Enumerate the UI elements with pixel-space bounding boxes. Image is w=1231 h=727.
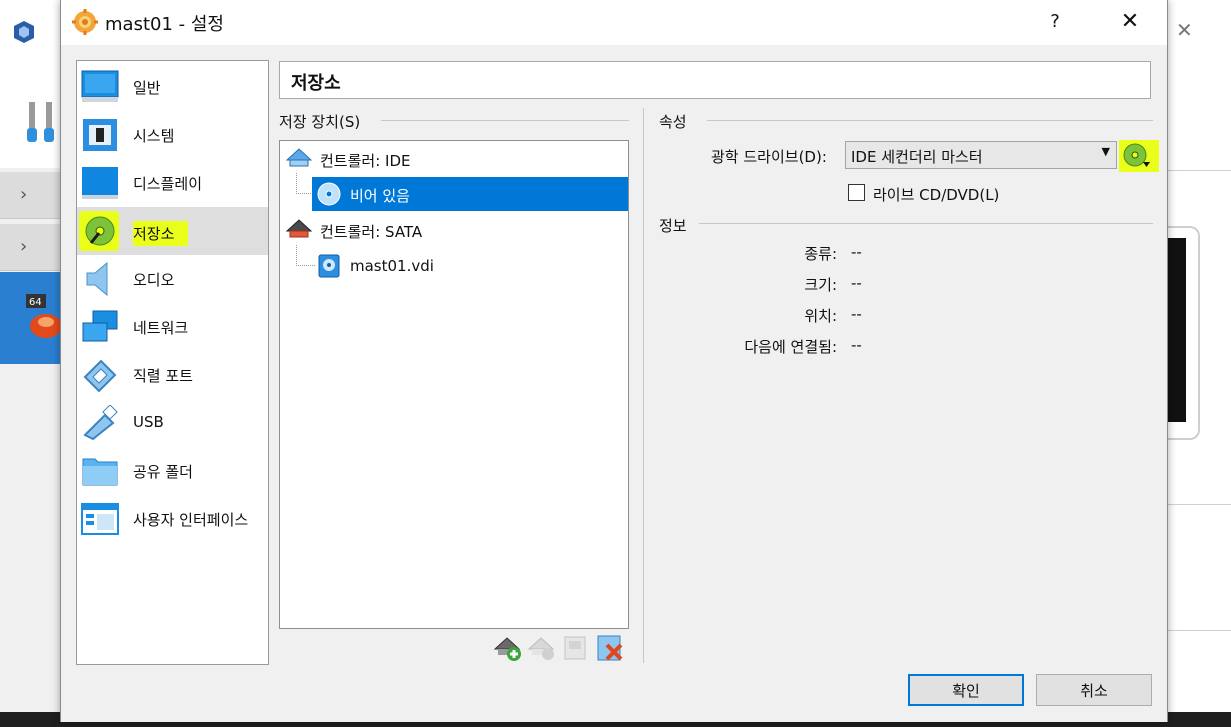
display-icon (82, 167, 118, 199)
folder-icon (82, 458, 118, 486)
tree-label: 비어 있음 (350, 187, 410, 205)
live-cd-label: 라이브 CD/DVD(L) (873, 186, 1000, 204)
nav-label: 시스템 (133, 127, 175, 145)
nav-item-usb[interactable]: USB (77, 399, 268, 447)
chip-icon (83, 119, 117, 151)
dialog-titlebar: mast01 - 설정 ? ✕ (61, 0, 1167, 45)
info-size-label: 크기: (804, 276, 837, 294)
background-group-row[interactable]: › (0, 224, 62, 271)
sata-controller-icon (286, 219, 312, 238)
nav-label: 저장소 (133, 221, 189, 246)
section-divider (707, 120, 1153, 121)
background-divider (1166, 504, 1231, 505)
nav-item-storage[interactable]: 저장소 (77, 207, 268, 255)
optical-drive-label: 광학 드라이브(D): (711, 148, 827, 166)
tree-row-sata-controller[interactable]: 컨트롤러: SATA (280, 213, 628, 247)
background-close-icon[interactable]: ✕ (1176, 18, 1193, 42)
help-button[interactable]: ? (1033, 8, 1077, 36)
serial-port-icon (83, 359, 117, 393)
live-cd-checkbox[interactable] (848, 184, 865, 201)
info-attached-value: -- (851, 336, 862, 354)
optical-disc-icon (317, 182, 341, 206)
info-attached-label: 다음에 연결됨: (744, 338, 837, 356)
info-type-value: -- (851, 243, 862, 261)
background-toolbar (0, 88, 62, 168)
monitor-icon (81, 70, 119, 102)
section-divider (381, 120, 629, 121)
tools-icon (27, 102, 54, 142)
dialog-title: mast01 - 설정 (105, 14, 224, 35)
svg-text:64: 64 (29, 297, 42, 308)
speaker-icon (86, 261, 108, 297)
window-icon (81, 503, 119, 535)
info-size-value: -- (851, 274, 862, 292)
remove-attachment-icon[interactable] (595, 633, 625, 663)
nav-label: 사용자 인터페이스 (133, 511, 249, 529)
ok-button[interactable]: 확인 (908, 674, 1024, 706)
settings-gear-icon (72, 9, 98, 35)
nav-item-system[interactable]: 시스템 (77, 111, 268, 159)
optical-drive-value: IDE 세컨더리 마스터 (851, 148, 983, 166)
close-button[interactable]: ✕ (1107, 6, 1153, 38)
pane-separator (643, 108, 644, 663)
tree-row-ide-controller[interactable]: 컨트롤러: IDE (280, 142, 628, 176)
nav-item-user-interface[interactable]: 사용자 인터페이스 (77, 495, 268, 543)
background-selected-vm[interactable]: 64 (0, 272, 62, 364)
nav-label: 일반 (133, 79, 161, 97)
section-divider (699, 223, 1153, 224)
add-attachment-icon (564, 636, 586, 660)
nav-item-shared-folders[interactable]: 공유 폴더 (77, 447, 268, 495)
settings-nav: 일반 시스템 디스플레이 저장소 오디오 네트워크 직렬 포트 USB 공유 폴… (76, 60, 269, 665)
nav-label: 공유 폴더 (133, 463, 193, 481)
ide-controller-icon (286, 148, 312, 167)
info-label: 정보 (659, 217, 687, 235)
cancel-button[interactable]: 취소 (1036, 674, 1152, 706)
nav-item-serial-ports[interactable]: 직렬 포트 (77, 351, 268, 399)
tree-row-ide-empty[interactable]: 비어 있음 (312, 177, 628, 211)
storage-devices-label: 저장 장치(S) (279, 113, 361, 131)
usb-icon (83, 405, 118, 441)
info-type-label: 종류: (804, 245, 837, 263)
background-group-row[interactable]: › (0, 172, 62, 219)
add-controller-icon[interactable] (493, 633, 523, 663)
optical-disc-menu-icon (1123, 143, 1150, 167)
tree-label: mast01.vdi (350, 257, 434, 275)
nav-label: 직렬 포트 (133, 367, 193, 385)
nav-item-display[interactable]: 디스플레이 (77, 159, 268, 207)
background-divider (1166, 170, 1231, 171)
tree-connector (296, 173, 311, 194)
nav-label: 디스플레이 (133, 175, 203, 193)
storage-tree: 컨트롤러: IDE 비어 있음 컨트롤러: SATA mast01.vdi (279, 140, 629, 629)
vm-os-icon: 64 (26, 294, 62, 338)
nav-label: 네트워크 (133, 319, 189, 337)
nav-label: USB (133, 413, 164, 431)
background-preview-screen (1166, 238, 1186, 422)
tree-row-sata-disk[interactable]: mast01.vdi (312, 249, 628, 283)
attributes-label: 속성 (659, 113, 687, 131)
nav-item-audio[interactable]: 오디오 (77, 255, 268, 303)
virtualbox-logo-icon (14, 21, 34, 43)
remove-controller-icon (527, 637, 555, 660)
settings-dialog: mast01 - 설정 ? ✕ 일반 시스템 디스플레이 저장소 오디오 네트워… (60, 0, 1168, 722)
optical-drive-select[interactable]: IDE 세컨더리 마스터 ▼ (845, 141, 1117, 169)
info-location-label: 위치: (804, 307, 837, 325)
storage-icon (85, 216, 115, 246)
network-icon (82, 310, 118, 342)
tree-label: 컨트롤러: SATA (320, 223, 423, 241)
page-title: 저장소 (279, 61, 1151, 99)
background-divider (1166, 630, 1231, 631)
chevron-down-icon: ▼ (1101, 145, 1110, 158)
nav-item-general[interactable]: 일반 (77, 63, 268, 111)
nav-label: 오디오 (133, 271, 175, 289)
info-location-value: -- (851, 305, 862, 323)
nav-item-network[interactable]: 네트워크 (77, 303, 268, 351)
tree-label: 컨트롤러: IDE (320, 152, 411, 170)
hard-disk-icon (318, 254, 340, 278)
choose-disk-button[interactable] (1119, 140, 1159, 172)
